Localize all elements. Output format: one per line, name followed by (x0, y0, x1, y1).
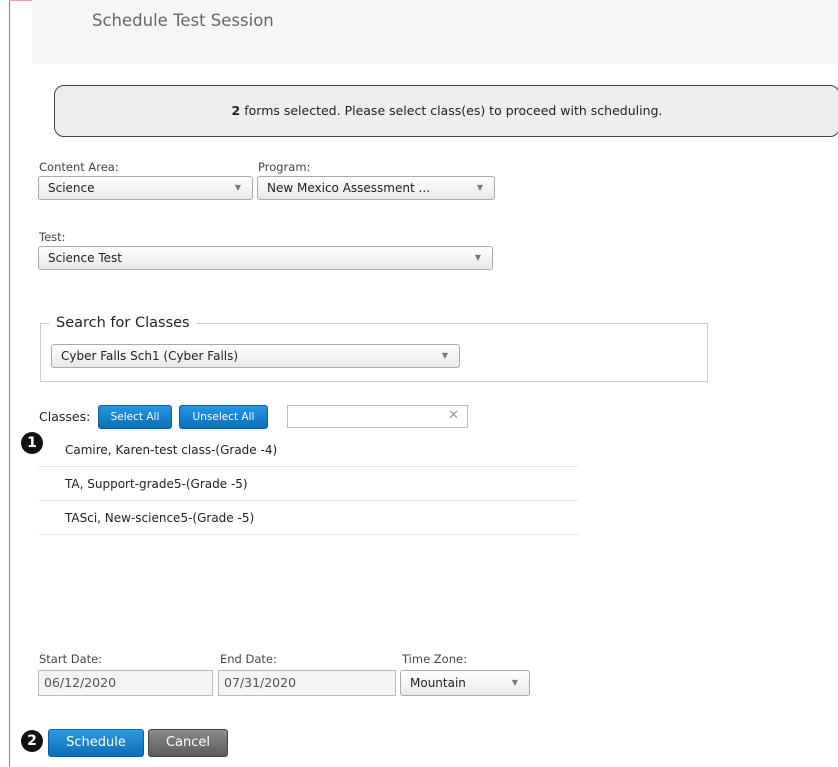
search-classes-legend: Search for Classes (56, 315, 190, 331)
header-bar (32, 0, 838, 64)
chevron-down-icon: ▼ (441, 351, 448, 360)
class-list: Camire, Karen-test class-(Grade -4) TA, … (39, 433, 578, 535)
class-filter-input[interactable]: ✕ (287, 405, 468, 428)
test-value: Science Test (48, 251, 122, 265)
frame-border-left (9, 0, 10, 767)
chevron-down-icon: ▼ (234, 183, 241, 192)
program-label: Program: (258, 160, 311, 174)
test-label: Test: (39, 230, 66, 244)
program-value: New Mexico Assessment ... (267, 181, 430, 195)
unselect-all-button[interactable]: Unselect All (179, 405, 268, 429)
notice-message: forms selected. Please select class(es) … (240, 103, 663, 118)
callout-marker-2: 2 (21, 730, 43, 752)
chevron-down-icon: ▼ (474, 253, 481, 262)
time-zone-select[interactable]: Mountain ▼ (400, 670, 530, 696)
chevron-down-icon: ▼ (476, 183, 483, 192)
page-title: Schedule Test Session (92, 11, 274, 30)
select-all-button[interactable]: Select All (98, 405, 172, 429)
notice-count: 2 (231, 103, 241, 118)
start-date-field[interactable]: 06/12/2020 (38, 670, 213, 696)
end-date-field[interactable]: 07/31/2020 (218, 670, 396, 696)
content-area-select[interactable]: Science ▼ (38, 176, 253, 200)
cancel-button[interactable]: Cancel (148, 729, 228, 757)
content-area-value: Science (48, 181, 95, 195)
school-value: Cyber Falls Sch1 (Cyber Falls) (61, 349, 239, 363)
class-item[interactable]: TASci, New-science5-(Grade -5) (39, 501, 578, 535)
test-select[interactable]: Science Test ▼ (38, 246, 493, 270)
time-zone-label: Time Zone: (402, 652, 467, 666)
class-item[interactable]: Camire, Karen-test class-(Grade -4) (39, 433, 578, 467)
selection-notice: 2 forms selected. Please select class(es… (54, 85, 838, 137)
content-area-label: Content Area: (39, 160, 119, 174)
class-item[interactable]: TA, Support-grade5-(Grade -5) (39, 467, 578, 501)
program-select[interactable]: New Mexico Assessment ... ▼ (257, 176, 495, 200)
end-date-label: End Date: (220, 652, 277, 666)
school-select[interactable]: Cyber Falls Sch1 (Cyber Falls) ▼ (51, 344, 460, 368)
classes-label: Classes: (39, 409, 91, 424)
clear-icon[interactable]: ✕ (448, 408, 459, 423)
chevron-down-icon: ▼ (511, 678, 518, 687)
callout-marker-1: 1 (21, 432, 43, 454)
time-zone-value: Mountain (410, 676, 466, 690)
schedule-button[interactable]: Schedule (48, 729, 144, 757)
start-date-label: Start Date: (39, 652, 103, 666)
